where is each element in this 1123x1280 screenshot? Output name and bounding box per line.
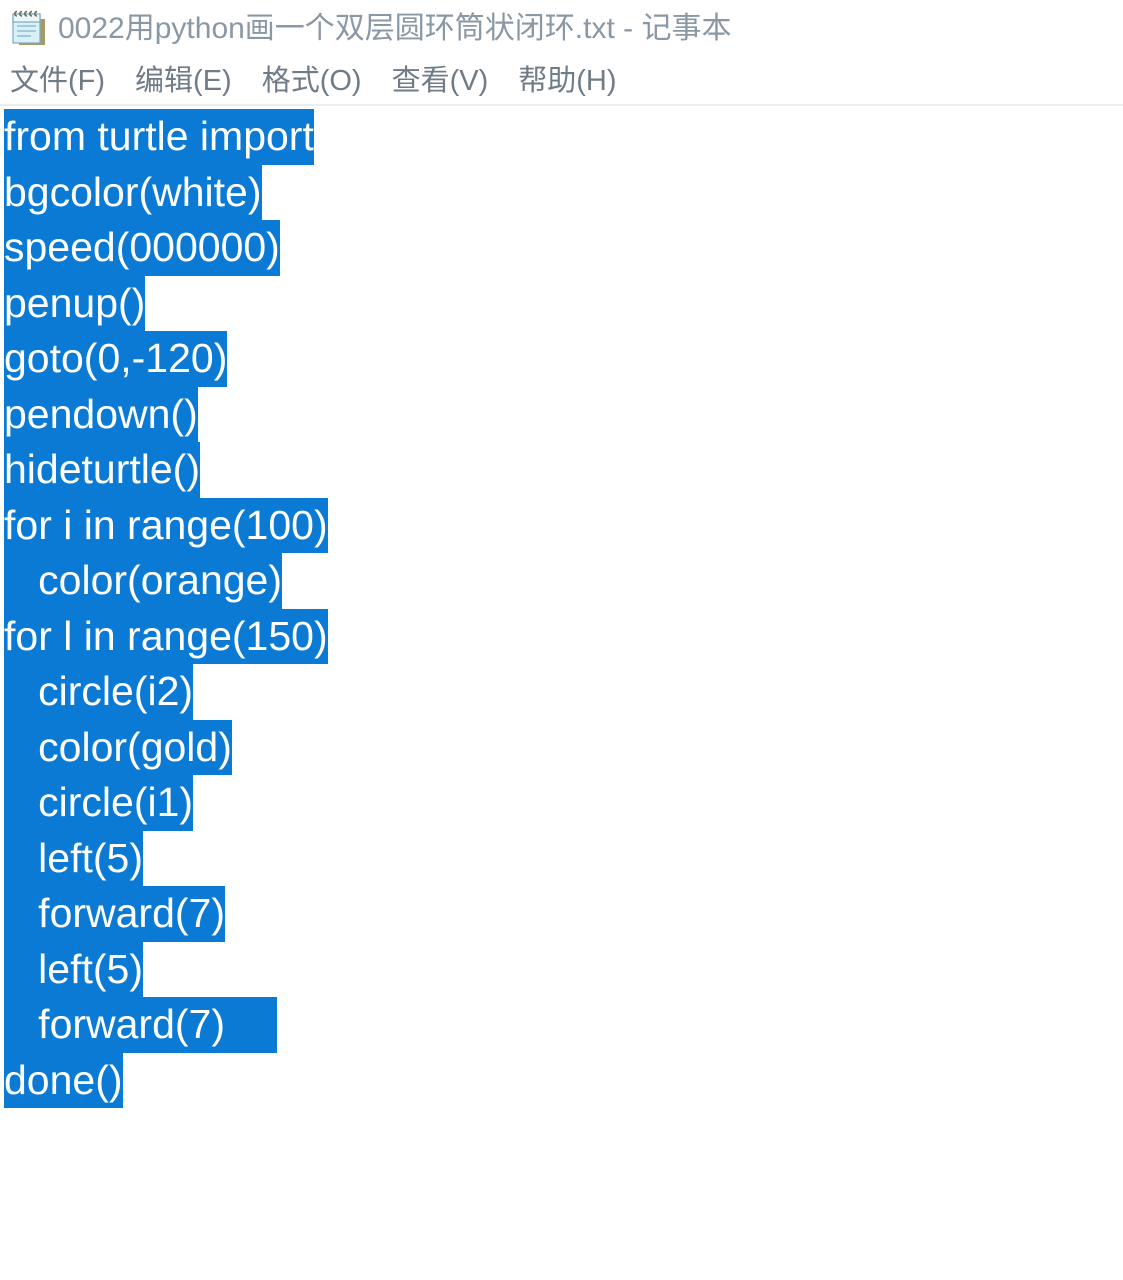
- code-line[interactable]: pendown(): [0, 386, 1123, 442]
- menu-item-format[interactable]: 格式(O): [260, 64, 364, 98]
- code-line[interactable]: circle(i2): [0, 664, 1123, 720]
- selected-text: pendown(): [4, 386, 198, 442]
- selected-text: hideturtle(): [4, 442, 200, 498]
- selected-text: color(orange): [4, 553, 283, 609]
- window-title: 0022用python画一个双层圆环筒状闭环.txt - 记事本: [58, 12, 732, 45]
- code-line[interactable]: color(orange): [0, 553, 1123, 609]
- code-line[interactable]: left(5): [0, 941, 1123, 997]
- code-line[interactable]: speed(000000): [0, 220, 1123, 276]
- code-line[interactable]: done(): [0, 1052, 1123, 1108]
- code-line[interactable]: for i in range(100): [0, 497, 1123, 553]
- selected-text: penup(): [4, 275, 146, 331]
- selected-text: left(5): [4, 830, 143, 886]
- title-bar: 0022用python画一个双层圆环筒状闭环.txt - 记事本: [0, 0, 1123, 58]
- selected-text: for l in range(150): [4, 608, 328, 664]
- code-line[interactable]: from turtle import: [0, 109, 1123, 165]
- selected-text: forward(7): [4, 886, 225, 942]
- code-line[interactable]: color(gold): [0, 719, 1123, 775]
- code-line[interactable]: circle(i1): [0, 775, 1123, 831]
- selected-text: forward(7): [4, 997, 277, 1053]
- selected-text: done(): [4, 1052, 123, 1108]
- menu-bar: 文件(F) 编辑(E) 格式(O) 查看(V) 帮助(H): [0, 58, 1123, 106]
- selected-text: for i in range(100): [4, 497, 328, 553]
- selected-text: color(gold): [4, 719, 232, 775]
- selected-text: circle(i1): [4, 775, 194, 831]
- selected-text: speed(000000): [4, 220, 280, 276]
- code-line[interactable]: penup(): [0, 275, 1123, 331]
- text-editor-area[interactable]: from turtle import bgcolor(white) speed(00…: [0, 106, 1123, 1278]
- menu-item-file[interactable]: 文件(F): [8, 64, 107, 98]
- selected-text: bgcolor(white): [4, 164, 262, 220]
- code-line[interactable]: bgcolor(white): [0, 164, 1123, 220]
- notepad-icon: [8, 7, 52, 51]
- selected-text: left(5): [4, 941, 143, 997]
- menu-item-view[interactable]: 查看(V): [390, 64, 491, 98]
- code-line[interactable]: forward(7): [0, 886, 1123, 942]
- code-line[interactable]: goto(0,-120): [0, 331, 1123, 387]
- selected-text: circle(i2): [4, 664, 194, 720]
- selected-text: goto(0,-120): [4, 331, 228, 387]
- code-line[interactable]: hideturtle(): [0, 442, 1123, 498]
- menu-item-edit[interactable]: 编辑(E): [133, 64, 234, 98]
- code-line[interactable]: forward(7): [0, 997, 1123, 1053]
- menu-item-help[interactable]: 帮助(H): [516, 64, 618, 98]
- code-line[interactable]: left(5): [0, 830, 1123, 886]
- code-line[interactable]: for l in range(150): [0, 608, 1123, 664]
- selected-text: from turtle import: [4, 109, 314, 165]
